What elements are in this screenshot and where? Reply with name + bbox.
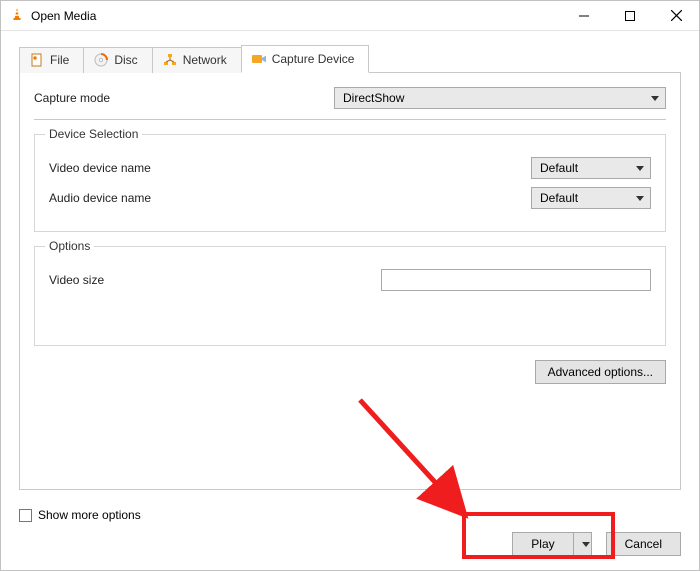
chevron-down-icon <box>636 196 644 201</box>
play-dropdown-button[interactable] <box>574 532 592 556</box>
video-size-row: Video size <box>49 269 651 291</box>
audio-device-row: Audio device name Default <box>49 187 651 209</box>
capture-mode-dropdown[interactable]: DirectShow <box>334 87 666 109</box>
tab-disc-label: Disc <box>114 53 137 67</box>
capture-mode-row: Capture mode DirectShow <box>34 87 666 109</box>
capture-panel: Capture mode DirectShow Device Selection… <box>19 73 681 490</box>
chevron-down-icon <box>582 542 590 547</box>
video-device-dropdown[interactable]: Default <box>531 157 651 179</box>
device-selection-title: Device Selection <box>45 127 142 141</box>
video-device-row: Video device name Default <box>49 157 651 179</box>
tab-file-label: File <box>50 53 69 67</box>
capture-mode-value: DirectShow <box>343 91 404 105</box>
video-device-label: Video device name <box>49 161 531 175</box>
video-size-label: Video size <box>49 273 381 287</box>
show-more-options-checkbox[interactable] <box>19 509 32 522</box>
open-media-window: Open Media File Disc <box>0 0 700 571</box>
show-more-options-label: Show more options <box>38 508 141 522</box>
network-icon <box>163 53 177 67</box>
options-group: Options Video size <box>34 246 666 346</box>
device-selection-group: Device Selection Video device name Defau… <box>34 134 666 232</box>
window-title: Open Media <box>31 9 96 23</box>
video-device-value: Default <box>540 161 578 175</box>
tab-network[interactable]: Network <box>152 47 242 73</box>
tab-file[interactable]: File <box>19 47 84 73</box>
vlc-cone-icon <box>9 6 25 25</box>
footer-buttons: Play Cancel <box>19 532 681 556</box>
tab-network-label: Network <box>183 53 227 67</box>
minimize-button[interactable] <box>561 1 607 31</box>
file-icon <box>30 53 44 67</box>
dialog-content: File Disc Network Capture Device <box>1 31 699 500</box>
capture-device-icon <box>252 52 266 66</box>
maximize-button[interactable] <box>607 1 653 31</box>
play-button-label: Play <box>531 537 554 551</box>
capture-mode-label: Capture mode <box>34 91 334 105</box>
tab-capture-device[interactable]: Capture Device <box>241 45 370 73</box>
advanced-options-button[interactable]: Advanced options... <box>535 360 666 384</box>
audio-device-dropdown[interactable]: Default <box>531 187 651 209</box>
titlebar: Open Media <box>1 1 699 31</box>
separator <box>34 119 666 120</box>
tab-capture-label: Capture Device <box>272 52 355 66</box>
play-button[interactable]: Play <box>512 532 573 556</box>
close-button[interactable] <box>653 1 699 31</box>
play-split-button: Play <box>512 532 591 556</box>
audio-device-label: Audio device name <box>49 191 531 205</box>
chevron-down-icon <box>636 166 644 171</box>
cancel-button-label: Cancel <box>625 537 662 551</box>
show-more-options-row[interactable]: Show more options <box>19 508 681 522</box>
dialog-footer: Show more options Play Cancel <box>1 500 699 570</box>
disc-icon <box>94 53 108 67</box>
audio-device-value: Default <box>540 191 578 205</box>
tabs-bar: File Disc Network Capture Device <box>19 45 681 73</box>
tab-disc[interactable]: Disc <box>83 47 152 73</box>
video-size-input[interactable] <box>381 269 651 291</box>
cancel-button[interactable]: Cancel <box>606 532 681 556</box>
chevron-down-icon <box>651 96 659 101</box>
advanced-options-label: Advanced options... <box>548 365 653 379</box>
options-title: Options <box>45 239 94 253</box>
